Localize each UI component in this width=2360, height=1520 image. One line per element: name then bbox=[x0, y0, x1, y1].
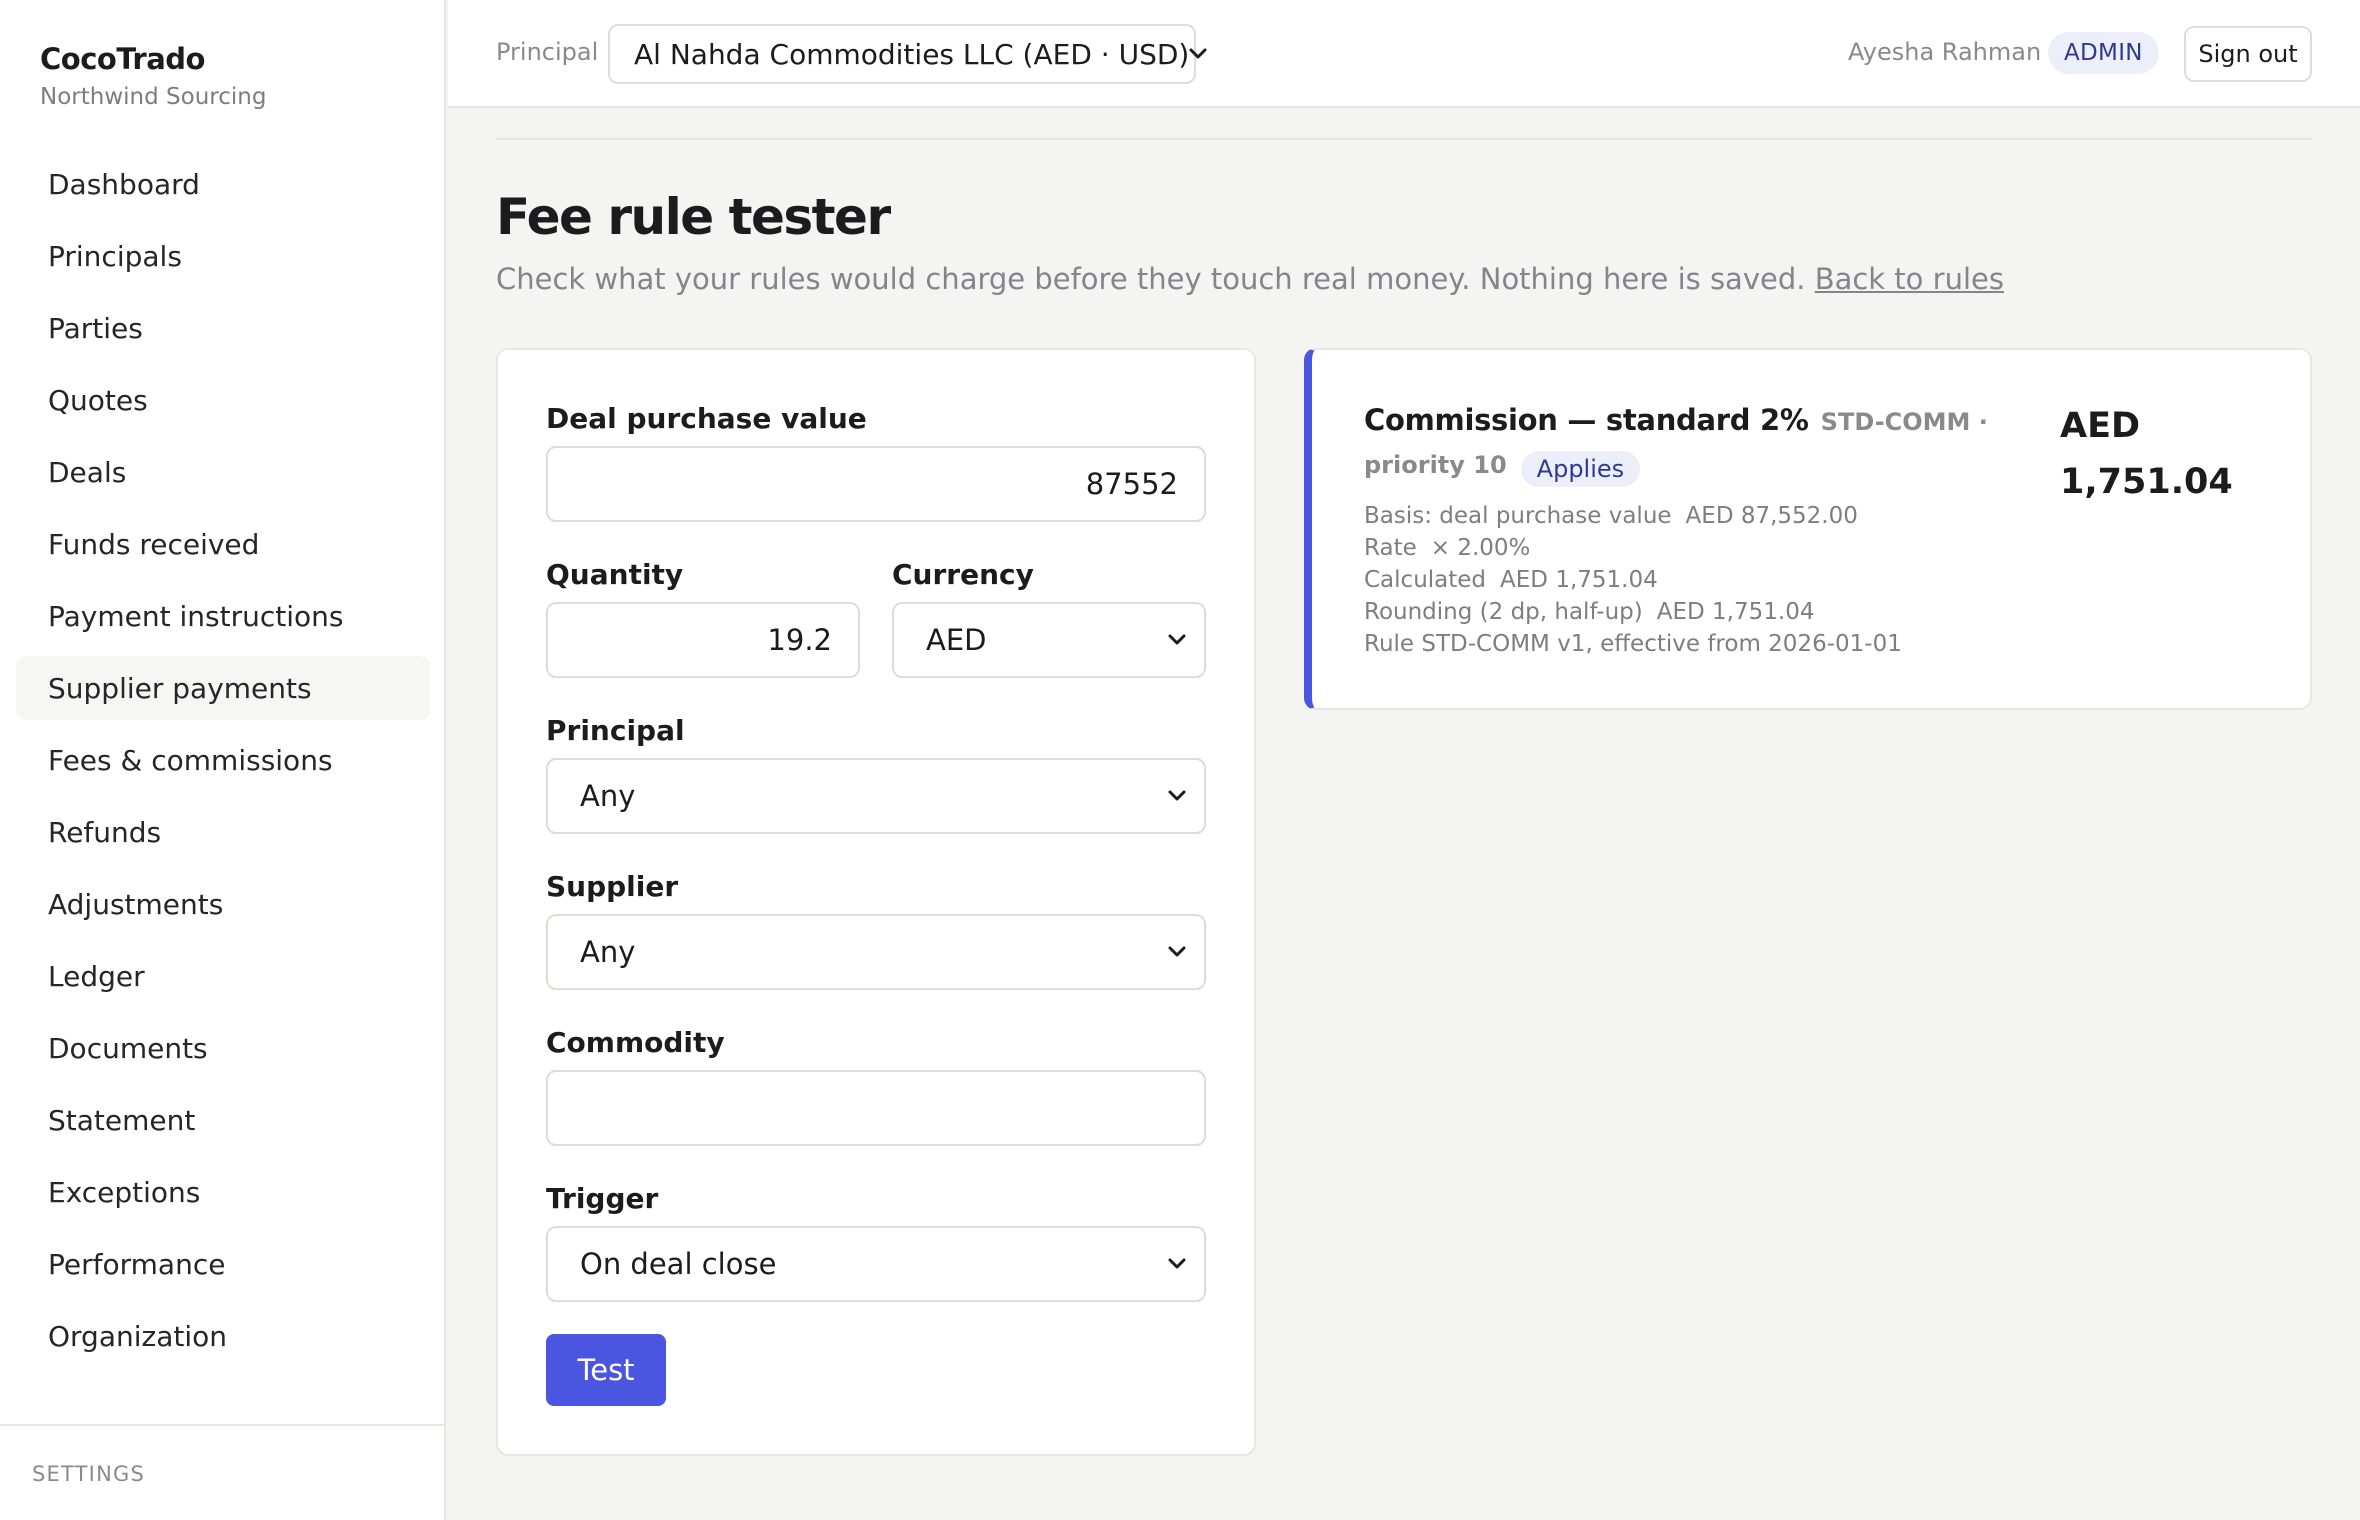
currency-select[interactable]: AED bbox=[892, 602, 1206, 678]
rule-name: Commission — standard 2% bbox=[1364, 403, 1809, 437]
sidebar-item-statement[interactable]: Statement bbox=[16, 1088, 430, 1152]
deal-value-input[interactable]: 87552 bbox=[546, 446, 1206, 522]
calculated-label: Calculated bbox=[1364, 567, 1487, 593]
test-button[interactable]: Test bbox=[546, 1334, 666, 1406]
fee-amount: AED 1,751.04 bbox=[2060, 398, 2280, 510]
breakdown-row-rate: Rate × 2.00% bbox=[1364, 532, 2004, 564]
commodity-label: Commodity bbox=[546, 1026, 725, 1059]
principal-switcher-value: Al Nahda Commodities LLC (AED · USD) bbox=[634, 37, 1190, 71]
sidebar-item-adjustments[interactable]: Adjustments bbox=[16, 872, 430, 936]
rate-label: Rate bbox=[1364, 535, 1417, 561]
chevron-down-icon bbox=[1166, 1253, 1188, 1275]
trigger-select-value: On deal close bbox=[580, 1247, 777, 1281]
quantity-input[interactable]: 19.2 bbox=[546, 602, 860, 678]
sidebar-settings-header[interactable]: SETTINGS bbox=[0, 1424, 444, 1486]
chevron-down-icon bbox=[1166, 941, 1188, 963]
basis-label: Basis: deal purchase value bbox=[1364, 503, 1672, 529]
currency-label: Currency bbox=[892, 558, 1034, 591]
sidebar-item-exceptions[interactable]: Exceptions bbox=[16, 1160, 430, 1224]
sidebar-item-funds-received[interactable]: Funds received bbox=[16, 512, 430, 576]
commodity-input[interactable] bbox=[546, 1070, 1206, 1146]
sidebar-item-organization[interactable]: Organization bbox=[16, 1304, 430, 1368]
sidebar-item-principals[interactable]: Principals bbox=[16, 224, 430, 288]
content-divider bbox=[496, 138, 2312, 140]
sidebar-item-refunds[interactable]: Refunds bbox=[16, 800, 430, 864]
chevron-down-icon bbox=[1166, 785, 1188, 807]
rounding-value: AED 1,751.04 bbox=[1656, 599, 1815, 625]
supplier-select[interactable]: Any bbox=[546, 914, 1206, 990]
quantity-label: Quantity bbox=[546, 558, 684, 591]
app-name: CocoTrado bbox=[40, 42, 205, 76]
sidebar-nav: Dashboard Principals Parties Quotes Deal… bbox=[16, 152, 430, 1376]
sidebar-item-ledger[interactable]: Ledger bbox=[16, 944, 430, 1008]
rate-value: × 2.00% bbox=[1430, 535, 1531, 561]
sign-out-button[interactable]: Sign out bbox=[2184, 26, 2312, 82]
rule-version: Rule STD-COMM v1, effective from 2026-01… bbox=[1364, 631, 1902, 657]
breakdown-row-calculated: Calculated AED 1,751.04 bbox=[1364, 564, 2004, 596]
sidebar-item-payment-instructions[interactable]: Payment instructions bbox=[16, 584, 430, 648]
sidebar: CocoTrado Northwind Sourcing Dashboard P… bbox=[0, 0, 446, 1520]
breakdown-row-rounding: Rounding (2 dp, half-up) AED 1,751.04 bbox=[1364, 596, 2004, 628]
sidebar-item-parties[interactable]: Parties bbox=[16, 296, 430, 360]
supplier-select-value: Any bbox=[580, 935, 636, 969]
sidebar-item-documents[interactable]: Documents bbox=[16, 1016, 430, 1080]
principal-filter-select[interactable]: Any bbox=[546, 758, 1206, 834]
rule-result-card: Commission — standard 2% STD-COMM · prior… bbox=[1304, 348, 2312, 710]
user-name: Ayesha Rahman bbox=[1848, 38, 2042, 66]
trigger-select[interactable]: On deal close bbox=[546, 1226, 1206, 1302]
sidebar-item-quotes[interactable]: Quotes bbox=[16, 368, 430, 432]
page-subtitle-text: Check what your rules would charge befor… bbox=[496, 262, 1806, 296]
brand: CocoTrado Northwind Sourcing bbox=[40, 42, 266, 110]
tester-form: Deal purchase value 87552 Quantity 19.2 … bbox=[496, 348, 1256, 1456]
applies-badge: Applies bbox=[1520, 450, 1641, 487]
breakdown-row-basis: Basis: deal purchase value AED 87,552.00 bbox=[1364, 500, 2004, 532]
rule-result-header: Commission — standard 2% STD-COMM · prior… bbox=[1364, 400, 2004, 488]
fee-amount-currency: AED bbox=[2060, 406, 2141, 446]
chevron-down-icon bbox=[1189, 43, 1207, 65]
trigger-label: Trigger bbox=[546, 1182, 659, 1215]
principal-filter-label: Principal bbox=[546, 714, 685, 747]
supplier-label: Supplier bbox=[546, 870, 679, 903]
page-title: Fee rule tester bbox=[496, 188, 891, 246]
basis-value: AED 87,552.00 bbox=[1685, 503, 1858, 529]
role-badge: ADMIN bbox=[2048, 32, 2159, 74]
back-to-rules-link[interactable]: Back to rules bbox=[1815, 262, 2004, 296]
sidebar-item-performance[interactable]: Performance bbox=[16, 1232, 430, 1296]
sidebar-item-deals[interactable]: Deals bbox=[16, 440, 430, 504]
principal-label: Principal bbox=[496, 38, 599, 66]
principal-filter-value: Any bbox=[580, 779, 636, 813]
org-name: Northwind Sourcing bbox=[40, 84, 267, 110]
sidebar-item-supplier-payments[interactable]: Supplier payments bbox=[16, 656, 430, 720]
calculation-breakdown: Basis: deal purchase value AED 87,552.00 … bbox=[1364, 500, 2004, 660]
deal-value-label: Deal purchase value bbox=[546, 402, 867, 435]
page-subtitle: Check what your rules would charge befor… bbox=[496, 262, 2004, 296]
chevron-down-icon bbox=[1166, 629, 1188, 651]
currency-select-value: AED bbox=[926, 623, 987, 657]
rounding-label: Rounding (2 dp, half-up) bbox=[1364, 599, 1643, 625]
topbar: Principal Al Nahda Commodities LLC (AED … bbox=[448, 0, 2360, 108]
fee-amount-value: 1,751.04 bbox=[2060, 462, 2233, 502]
calculated-value: AED 1,751.04 bbox=[1500, 567, 1658, 593]
principal-switcher[interactable]: Al Nahda Commodities LLC (AED · USD) bbox=[608, 24, 1207, 84]
sidebar-item-fees-commissions[interactable]: Fees & commissions bbox=[16, 728, 430, 792]
sidebar-item-dashboard[interactable]: Dashboard bbox=[16, 152, 430, 216]
